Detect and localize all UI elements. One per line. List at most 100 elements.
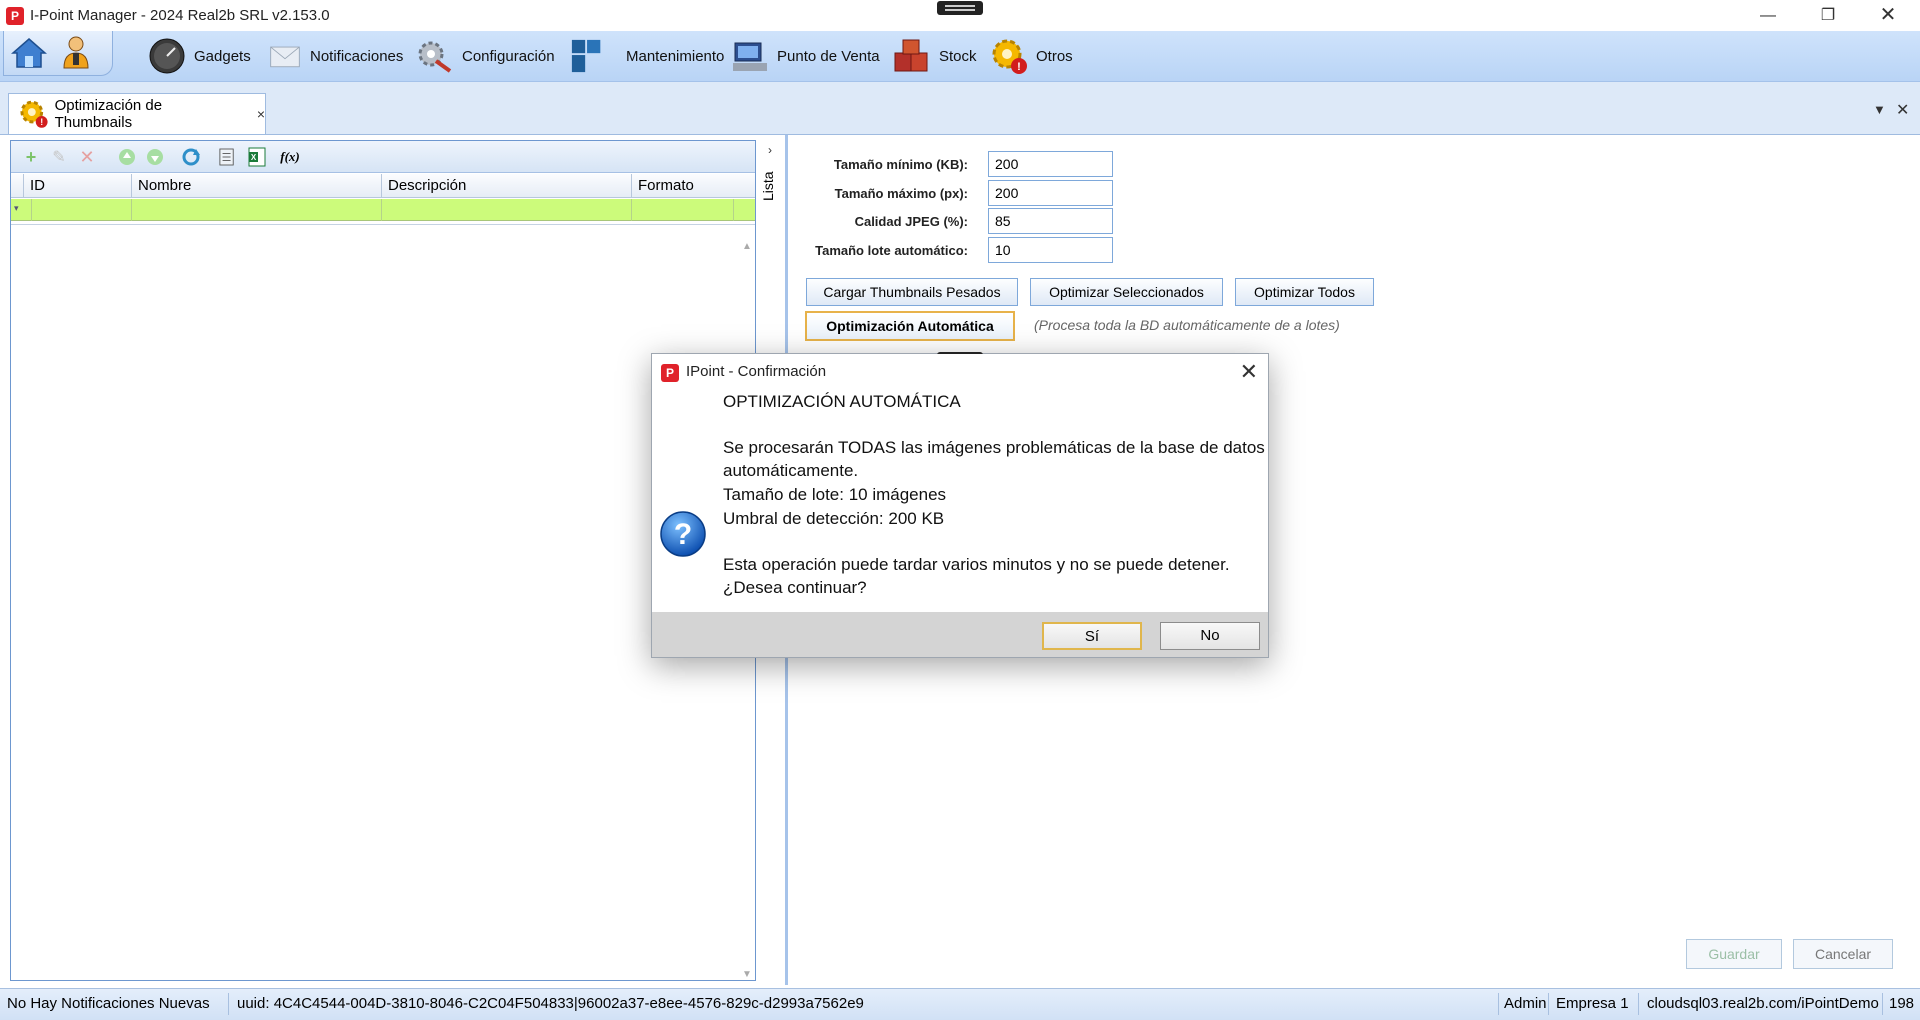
move-up-icon[interactable] <box>117 147 137 167</box>
tab-optimizacion-thumbnails[interactable]: ! Optimización de Thumbnails × <box>8 93 266 134</box>
home-icon[interactable] <box>11 37 47 69</box>
delete-icon[interactable]: ✕ <box>77 147 97 167</box>
menu-notificaciones-label: Notificaciones <box>310 47 404 65</box>
notifications-status[interactable]: No Hay Notificaciones Nuevas <box>7 995 210 1012</box>
dialog-app-icon: P <box>661 364 679 382</box>
menu-gadgets-label: Gadgets <box>194 47 251 65</box>
edit-icon[interactable]: ✎ <box>49 147 69 167</box>
dialog-close-button[interactable]: ✕ <box>1240 359 1258 385</box>
menu-gadgets[interactable]: Gadgets <box>148 36 251 76</box>
grid-toolbar: + ✎ ✕ X f(x) <box>11 141 755 173</box>
extra-status: 198 <box>1889 995 1915 1012</box>
column-header-nombre[interactable]: Nombre <box>131 174 381 198</box>
menu-notificaciones[interactable]: Notificaciones <box>268 36 403 76</box>
envelope-icon <box>270 46 300 68</box>
menu-otros[interactable]: ! Otros <box>990 36 1073 76</box>
close-window-button[interactable]: ✕ <box>1865 0 1911 31</box>
menu-punto-de-venta[interactable]: Punto de Venta <box>731 36 880 76</box>
svg-text:?: ? <box>674 518 692 551</box>
gear-alert-icon: ! <box>992 39 1027 74</box>
menu-punto-de-venta-label: Punto de Venta <box>777 47 880 65</box>
lista-label: Lista <box>760 171 776 201</box>
dialog-line-1: Se procesarán TODAS las imágenes problem… <box>723 438 1265 457</box>
question-icon: ? <box>660 511 706 557</box>
menu-configuracion[interactable]: Configuración <box>416 36 555 76</box>
server-status: cloudsql03.real2b.com/iPointDemo <box>1647 995 1879 1012</box>
company-status: Empresa 1 <box>1556 995 1629 1012</box>
menu-configuracion-label: Configuración <box>462 47 555 65</box>
pos-terminal-icon <box>733 42 767 71</box>
grid-separator <box>11 221 755 225</box>
column-header-descripcion[interactable]: Descripción <box>381 174 631 198</box>
home-group <box>3 31 113 76</box>
main-ribbon: Gadgets Notificaciones Configuración Man… <box>0 31 1920 82</box>
dialog-line-6: ¿Desea continuar? <box>723 578 867 597</box>
status-bar: No Hay Notificaciones Nuevas uuid: 4C4C4… <box>0 988 1920 1020</box>
close-all-tabs-icon[interactable]: ✕ <box>1896 100 1909 120</box>
batch-size-input[interactable] <box>988 237 1113 263</box>
excel-export-icon[interactable]: X <box>247 147 267 167</box>
dialog-footer: Sí No <box>652 612 1268 657</box>
refresh-icon[interactable] <box>181 147 201 167</box>
new-row-placeholder[interactable]: ▾ <box>11 199 755 221</box>
save-button[interactable]: Guardar <box>1686 939 1782 969</box>
menu-mantenimiento[interactable]: Mantenimiento <box>570 36 724 76</box>
dialog-title: IPoint - Confirmación <box>686 363 827 380</box>
boxes-icon <box>894 39 928 72</box>
svg-text:X: X <box>251 153 257 162</box>
document-tabstrip: ! Optimización de Thumbnails × ▼ ✕ <box>0 82 1920 134</box>
menu-otros-label: Otros <box>1036 47 1073 65</box>
restore-button[interactable]: ❐ <box>1805 0 1851 31</box>
min-size-label: Tamaño mínimo (KB): <box>833 157 968 172</box>
formula-icon[interactable]: f(x) <box>277 147 303 167</box>
scroll-up-icon[interactable]: ▲ <box>742 241 752 252</box>
tab-close-button[interactable]: × <box>257 106 265 122</box>
optimize-selected-button[interactable]: Optimizar Seleccionados <box>1030 278 1223 306</box>
user-status: Admin <box>1504 995 1547 1012</box>
dialog-line-4: Umbral de detección: 200 KB <box>723 509 945 528</box>
max-size-label: Tamaño máximo (px): <box>834 186 968 201</box>
move-down-icon[interactable] <box>145 147 165 167</box>
gears-icon <box>418 41 452 73</box>
title-bar: P I-Point Manager - 2024 Real2b SRL v2.1… <box>0 0 1920 31</box>
scroll-down-icon[interactable]: ▼ <box>742 969 752 980</box>
dialog-line-2: automáticamente. <box>723 461 859 480</box>
gauge-icon <box>149 38 185 74</box>
grid-header: ID Nombre Descripción Formato <box>11 174 755 198</box>
yes-button[interactable]: Sí <box>1042 622 1142 650</box>
document-icon[interactable] <box>217 147 237 167</box>
dialog-line-3: Tamaño de lote: 10 imágenes <box>723 485 947 504</box>
menu-stock[interactable]: Stock <box>893 36 977 76</box>
user-icon[interactable] <box>59 35 93 69</box>
row-indicator-icon: ▾ <box>14 203 19 213</box>
optimize-all-button[interactable]: Optimizar Todos <box>1235 278 1374 306</box>
svg-text:!: ! <box>40 117 43 127</box>
column-header-id[interactable]: ID <box>23 174 143 198</box>
window-title: I-Point Manager - 2024 Real2b SRL v2.153… <box>30 7 330 24</box>
jpeg-quality-label: Calidad JPEG (%): <box>854 214 968 229</box>
confirmation-dialog: P IPoint - Confirmación ✕ ? OPTIMIZACIÓN… <box>651 352 1269 658</box>
add-icon[interactable]: + <box>21 147 41 167</box>
dialog-body: ? OPTIMIZACIÓN AUTOMÁTICA Se procesarán … <box>652 390 1268 597</box>
tab-label: Optimización de Thumbnails <box>54 97 163 131</box>
max-size-input[interactable] <box>988 180 1113 206</box>
minimize-button[interactable]: — <box>1745 0 1791 31</box>
column-header-formato[interactable]: Formato <box>631 174 731 198</box>
menu-mantenimiento-label: Mantenimiento <box>626 47 725 65</box>
load-heavy-thumbnails-button[interactable]: Cargar Thumbnails Pesados <box>806 278 1018 306</box>
blocks-icon <box>571 39 601 73</box>
app-logo-icon: P <box>6 7 24 25</box>
uuid-status: uuid: 4C4C4544-004D-3810-8046-C2C04F5048… <box>237 995 864 1012</box>
thumbnails-grid-panel: + ✎ ✕ X f(x) ID Nombre Descripción Forma… <box>10 140 756 981</box>
auto-optimize-hint: (Procesa toda la BD automáticamente de a… <box>1034 317 1340 333</box>
drag-handle[interactable] <box>937 1 983 15</box>
jpeg-quality-input[interactable] <box>988 208 1113 234</box>
tab-dropdown-icon[interactable]: ▼ <box>1873 102 1886 117</box>
gear-alert-icon: ! <box>20 100 48 128</box>
menu-stock-label: Stock <box>939 47 977 65</box>
min-size-input[interactable] <box>988 151 1113 177</box>
dialog-line-5: Esta operación puede tardar varios minut… <box>723 555 1230 574</box>
cancel-button[interactable]: Cancelar <box>1793 939 1893 969</box>
auto-optimize-button[interactable]: Optimización Automática <box>805 311 1015 341</box>
no-button[interactable]: No <box>1160 622 1260 650</box>
